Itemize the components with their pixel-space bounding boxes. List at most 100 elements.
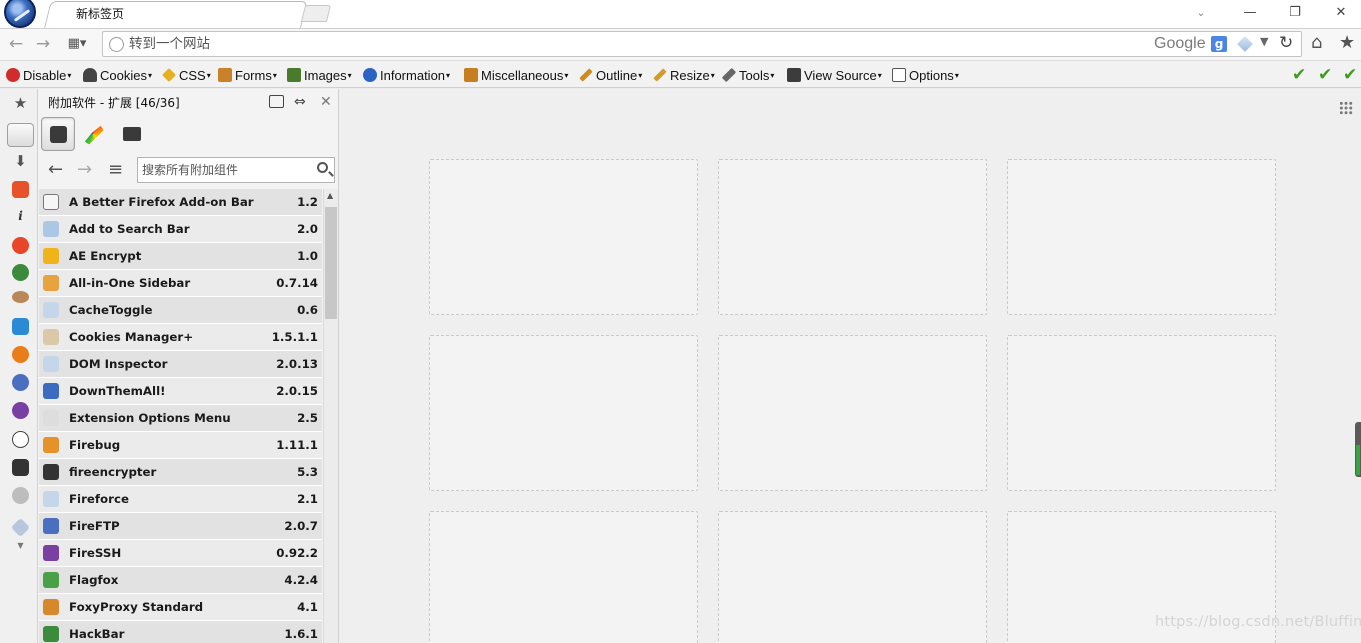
addon-row[interactable]: FireSSH 0.92.2 [39,540,322,567]
speed-dial-slot[interactable] [429,159,698,315]
grid-menu-button[interactable]: ▦▾ [62,33,92,55]
outline-menu[interactable]: Outline ▾ [579,66,642,84]
speed-dial-slot[interactable] [718,159,987,315]
close-icon[interactable]: ✕ [320,94,332,110]
plugins-icon [123,127,141,141]
forms-icon [218,68,232,82]
addon-row[interactable]: Extension Options Menu 2.5 [39,405,322,432]
dropdown-arrow-icon[interactable]: ▼ [1260,35,1268,48]
addon-row[interactable]: fireencrypter 5.3 [39,459,322,486]
minimize-button[interactable]: — [1239,3,1261,23]
addon-row[interactable]: CacheToggle 0.6 [39,297,322,324]
addon-search-box[interactable] [137,157,335,183]
info-i-icon[interactable]: i [12,209,29,226]
sidebar-forward-button[interactable]: → [77,159,92,180]
tag-icon[interactable] [10,517,31,538]
warning-icon[interactable] [12,346,29,363]
disable-menu[interactable]: Disable ▾ [6,66,71,84]
search-engine-label[interactable]: Google [1154,35,1206,53]
forms-menu[interactable]: Forms ▾ [218,66,277,84]
speed-dial-grid-icon[interactable] [1339,101,1353,115]
speed-dial-slot[interactable] [1007,159,1276,315]
addon-row[interactable]: DownThemAll! 2.0.15 [39,378,322,405]
sidebar-back-button[interactable]: ← [48,159,63,180]
extensions-icon [50,126,67,143]
addon-icon [43,329,59,345]
url-bar[interactable]: Google g ▼ ↻ [102,31,1302,57]
more-chevron-icon[interactable]: ▼ [12,541,29,558]
side-scroll-handle[interactable] [1355,422,1361,477]
forward-button[interactable]: → [33,33,53,55]
app-logo-icon[interactable] [4,0,36,28]
plugins-category-button[interactable] [115,117,149,151]
addon-row[interactable]: Cookies Manager+ 1.5.1.1 [39,324,322,351]
addon-row[interactable]: AE Encrypt 1.0 [39,243,322,270]
home-button[interactable]: ⌂ [1311,32,1322,53]
google-badge-icon[interactable]: g [1211,36,1227,52]
cube-icon[interactable] [1237,36,1253,52]
images-menu[interactable]: Images ▾ [287,66,352,84]
scroll-up-arrow-icon[interactable]: ▲ [327,191,333,200]
disc-icon[interactable] [12,487,29,504]
speed-dial-slot[interactable] [429,511,698,643]
outline-icon [579,68,593,82]
bookmark-star-button[interactable]: ★ [1339,32,1355,53]
addon-row[interactable]: Fireforce 2.1 [39,486,322,513]
resize-menu[interactable]: Resize ▾ [653,66,715,84]
tab-list-chevron-icon[interactable]: ⌄ [1190,3,1212,23]
addon-row[interactable]: DOM Inspector 2.0.13 [39,351,322,378]
sidebar-menu-button[interactable]: ≡ [108,159,123,180]
addon-row[interactable]: Flagfox 4.2.4 [39,567,322,594]
addon-version: 1.11.1 [276,438,318,452]
back-button[interactable]: ← [6,33,26,55]
render-mode-check-icon[interactable]: ✔ [1343,65,1357,85]
options-menu[interactable]: Options ▾ [892,66,959,84]
web-slices-icon[interactable] [12,181,29,198]
speed-dial-slot[interactable] [429,335,698,491]
tools-menu[interactable]: Tools ▾ [721,66,774,84]
addon-row[interactable]: HackBar 1.6.1 [39,621,322,643]
hackbar-icon[interactable] [12,264,29,281]
url-input[interactable] [129,34,1029,54]
extensions-category-button[interactable] [41,117,75,151]
glasses-icon[interactable] [12,291,29,303]
miscellaneous-menu[interactable]: Miscellaneous ▾ [464,66,568,84]
addon-row[interactable]: Firebug 1.11.1 [39,432,322,459]
addon-list-scrollbar[interactable]: ▲ [323,189,338,643]
scrollbar-thumb[interactable] [325,207,337,319]
qr-icon[interactable] [12,459,29,476]
addon-name: DownThemAll! [69,384,166,398]
speed-dial-slot[interactable] [718,335,987,491]
themes-category-button[interactable] [76,117,110,151]
swap-icon[interactable]: ⇔ [294,94,306,110]
cookies-menu[interactable]: Cookies ▾ [83,66,152,84]
speed-dial-slot[interactable] [718,511,987,643]
css-errors-check-icon[interactable]: ✔ [1292,65,1306,85]
bookmarks-star-icon[interactable]: ★ [12,95,29,112]
addon-search-input[interactable] [142,161,307,179]
palette-icon[interactable] [12,431,29,448]
block-icon[interactable] [12,237,29,254]
downloads-arrow-icon[interactable]: ⬇ [12,153,29,170]
pointer-icon[interactable] [12,318,29,335]
information-menu[interactable]: Information ▾ [363,66,450,84]
js-errors-check-icon[interactable]: ✔ [1318,65,1332,85]
speed-dial-slot[interactable] [1007,335,1276,491]
fireftp-icon[interactable] [12,374,29,391]
addon-row[interactable]: All-in-One Sidebar 0.7.14 [39,270,322,297]
restore-button[interactable]: ❐ [1284,3,1306,23]
tab-title[interactable]: 新标签页 [76,5,124,22]
addon-row[interactable]: FireFTP 2.0.7 [39,513,322,540]
addon-row[interactable]: A Better Firefox Add-on Bar 1.2 [39,189,322,216]
addon-row[interactable]: FoxyProxy Standard 4.1 [39,594,322,621]
addon-row[interactable]: Add to Search Bar 2.0 [39,216,322,243]
firessh-icon[interactable] [12,402,29,419]
addons-puzzle-icon[interactable] [7,123,34,147]
close-window-button[interactable]: ✕ [1330,3,1352,23]
search-icon[interactable] [317,162,328,173]
open-in-tab-icon[interactable] [269,95,284,108]
css-menu[interactable]: CSS ▾ [162,66,211,84]
reload-button[interactable]: ↻ [1279,33,1293,53]
new-tab-button[interactable] [300,5,332,22]
view-source-menu[interactable]: View Source ▾ [787,66,882,84]
